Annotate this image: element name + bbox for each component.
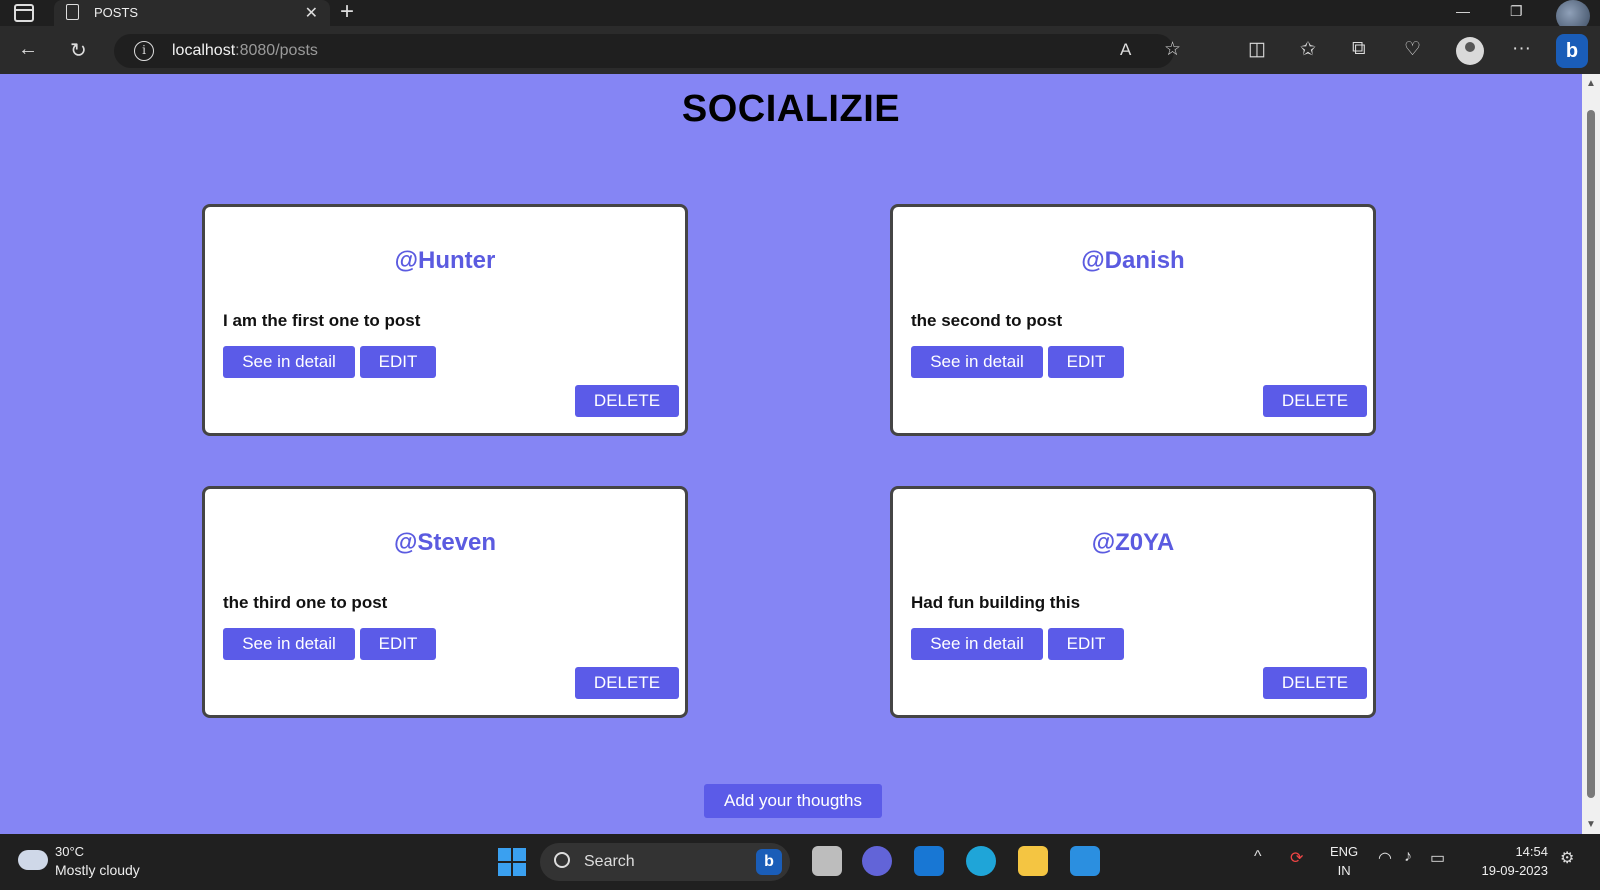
clock[interactable]: 14:54 19-09-2023 bbox=[1472, 842, 1549, 880]
post-card: @Hunter I am the first one to post See i… bbox=[202, 204, 688, 436]
post-card: @Z0YA Had fun building this See in detai… bbox=[890, 486, 1376, 718]
post-card: @Steven the third one to post See in det… bbox=[202, 486, 688, 718]
clock-date: 19-09-2023 bbox=[1481, 863, 1549, 878]
language-code: ENG bbox=[1330, 844, 1359, 859]
url-text[interactable]: localhost:8080/posts bbox=[172, 42, 318, 60]
post-username: @Steven bbox=[393, 529, 497, 556]
see-detail-button[interactable]: See in detail bbox=[911, 346, 1043, 378]
favorite-star-icon[interactable]: ☆ bbox=[1164, 38, 1181, 61]
split-screen-icon[interactable]: ◫ bbox=[1248, 38, 1266, 61]
cloud-icon[interactable] bbox=[18, 850, 48, 870]
bing-copilot-icon[interactable]: b bbox=[1556, 34, 1588, 68]
url-path: :8080/posts bbox=[235, 42, 318, 59]
edit-button[interactable]: EDIT bbox=[1048, 346, 1124, 378]
tab-actions-icon[interactable] bbox=[14, 4, 34, 22]
post-text: the third one to post bbox=[223, 593, 388, 612]
scroll-down-icon[interactable]: ▼ bbox=[1586, 819, 1596, 830]
page-icon bbox=[66, 4, 79, 20]
scroll-up-icon[interactable]: ▲ bbox=[1586, 78, 1596, 89]
address-bar[interactable]: i localhost:8080/posts A ☆ bbox=[114, 34, 1181, 68]
edit-button[interactable]: EDIT bbox=[1048, 628, 1124, 660]
favorites-icon[interactable]: ✩ bbox=[1300, 38, 1316, 61]
tab-title: POSTS bbox=[94, 5, 139, 20]
sync-icon[interactable]: ⟳ bbox=[1290, 848, 1303, 868]
region-code: IN bbox=[1337, 863, 1351, 878]
delete-button[interactable]: DELETE bbox=[1263, 667, 1367, 699]
search-label: Search bbox=[584, 853, 635, 870]
chevron-up-icon[interactable]: ^ bbox=[1254, 848, 1262, 866]
add-thoughts-button[interactable]: Add your thougths bbox=[704, 784, 882, 818]
see-detail-button[interactable]: See in detail bbox=[223, 346, 355, 378]
page-title: SOCIALIZIE bbox=[681, 88, 901, 130]
delete-button[interactable]: DELETE bbox=[575, 667, 679, 699]
see-detail-button[interactable]: See in detail bbox=[911, 628, 1043, 660]
edit-button[interactable]: EDIT bbox=[360, 628, 436, 660]
browser-essentials-icon[interactable]: ♡ bbox=[1404, 38, 1421, 61]
back-arrow-icon[interactable]: ← bbox=[18, 38, 38, 61]
post-username: @Z0YA bbox=[1091, 529, 1175, 556]
teams-chat-icon[interactable] bbox=[862, 846, 892, 876]
close-tab-icon[interactable]: ✕ bbox=[305, 3, 318, 23]
edge-browser-icon[interactable] bbox=[966, 846, 996, 876]
taskbar-search[interactable]: Search b bbox=[540, 843, 790, 881]
volume-icon[interactable]: ♪ bbox=[1404, 848, 1412, 866]
task-view-icon[interactable] bbox=[812, 846, 842, 876]
post-text: Had fun building this bbox=[911, 593, 1081, 612]
post-text: I am the first one to post bbox=[223, 311, 421, 330]
profile-avatar[interactable] bbox=[1456, 37, 1484, 65]
see-detail-button[interactable]: See in detail bbox=[223, 628, 355, 660]
mail-icon[interactable] bbox=[914, 846, 944, 876]
language-indicator[interactable]: ENG IN bbox=[1330, 842, 1358, 880]
delete-button[interactable]: DELETE bbox=[575, 385, 679, 417]
post-username: @Hunter bbox=[394, 247, 496, 274]
collections-icon[interactable]: ⧉ bbox=[1352, 38, 1366, 60]
title-bar: POSTS ✕ + — ❐ bbox=[0, 0, 1600, 32]
notifications-icon[interactable]: ⚙ bbox=[1560, 848, 1574, 868]
delete-button[interactable]: DELETE bbox=[1263, 385, 1367, 417]
scroll-thumb[interactable] bbox=[1587, 110, 1595, 798]
weather-temperature[interactable]: 30°C bbox=[55, 844, 84, 859]
minimize-button[interactable]: — bbox=[1456, 3, 1470, 19]
search-icon bbox=[554, 852, 570, 868]
url-host: localhost bbox=[172, 42, 236, 59]
clock-time: 14:54 bbox=[1515, 844, 1548, 859]
taskbar: 30°C Mostly cloudy Search b ^ ⟳ ENG IN ◠… bbox=[0, 834, 1600, 890]
wifi-icon[interactable]: ◠ bbox=[1378, 848, 1392, 868]
post-card: @Danish the second to post See in detail… bbox=[890, 204, 1376, 436]
read-aloud-icon[interactable]: A bbox=[1120, 40, 1131, 60]
page-viewport: SOCIALIZIE @Hunter I am the first one to… bbox=[0, 74, 1582, 834]
windows-start-icon[interactable] bbox=[498, 848, 526, 876]
site-info-icon[interactable]: i bbox=[134, 41, 154, 61]
bing-icon[interactable]: b bbox=[756, 849, 782, 875]
post-text: the second to post bbox=[911, 311, 1063, 330]
refresh-icon[interactable]: ↻ bbox=[70, 38, 87, 63]
navigation-bar: ← ↻ i localhost:8080/posts A ☆ ◫ ✩ ⧉ ♡ ·… bbox=[0, 26, 1600, 74]
restore-button[interactable]: ❐ bbox=[1510, 3, 1523, 20]
post-username: @Danish bbox=[1081, 247, 1185, 274]
edit-button[interactable]: EDIT bbox=[360, 346, 436, 378]
battery-icon[interactable]: ▭ bbox=[1430, 848, 1445, 868]
page-scrollbar[interactable]: ▲ ▼ bbox=[1582, 74, 1600, 834]
file-explorer-icon[interactable] bbox=[1018, 846, 1048, 876]
more-menu-icon[interactable]: ··· bbox=[1512, 38, 1531, 60]
vscode-icon[interactable] bbox=[1070, 846, 1100, 876]
tab-posts[interactable]: POSTS ✕ bbox=[54, 0, 330, 26]
weather-description[interactable]: Mostly cloudy bbox=[55, 862, 140, 878]
new-tab-button[interactable]: + bbox=[340, 0, 354, 24]
